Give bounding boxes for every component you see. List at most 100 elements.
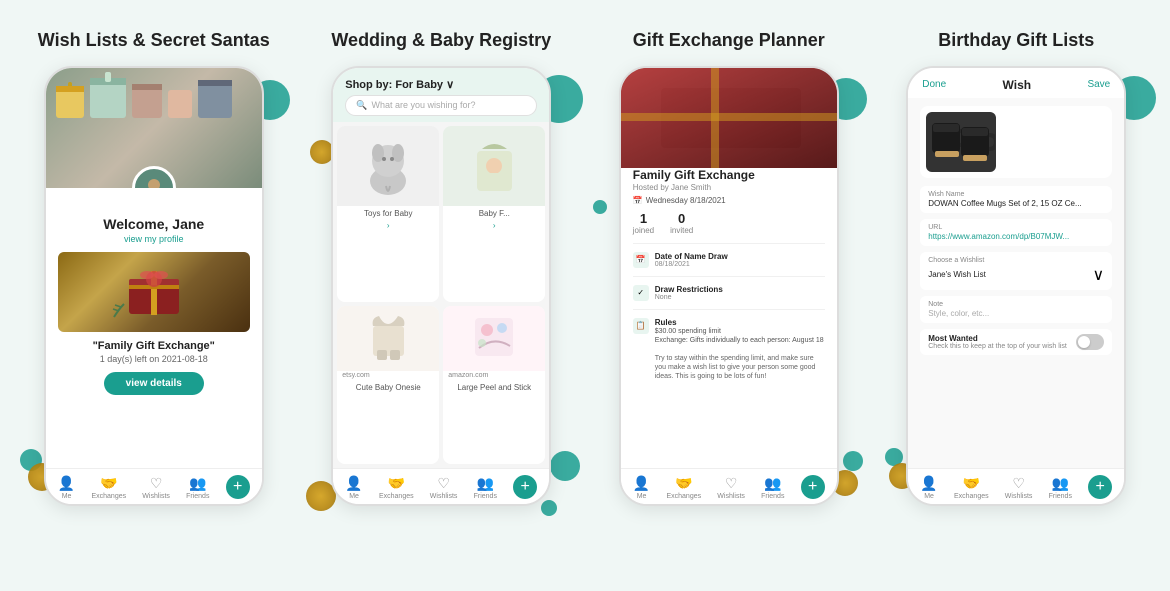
section-wedding-registry: Wedding & Baby Registry Shop by: For Bab… <box>298 20 586 571</box>
wishlist-select-field[interactable]: Choose a Wishlist Jane's Wish List ∨ <box>920 252 1112 290</box>
friends4-icon: 👥 <box>1052 475 1069 492</box>
done-button[interactable]: Done <box>922 79 946 90</box>
phone3-nav: 👤 Me 🤝 Exchanges ♡ Wishlists 👥 Friends <box>621 468 837 504</box>
wishlist-value: Jane's Wish List <box>928 270 986 279</box>
heart4-icon: ♡ <box>1012 475 1025 492</box>
nav4-wishlists[interactable]: ♡ Wishlists <box>1005 475 1033 500</box>
gold-dot-2 <box>310 140 334 164</box>
product-grid: Toys for Baby › Bab <box>333 122 549 468</box>
phone1-nav: 👤 Me 🤝 Exchanges ♡ Wishlists 👥 Friends <box>46 468 262 504</box>
phone2-inner: Shop by: For Baby ∨ 🔍 What are you wishi… <box>333 68 549 504</box>
nav4-exchanges[interactable]: 🤝 Exchanges <box>954 475 989 500</box>
exchange-name: Family Gift Exchange <box>633 168 825 182</box>
nav-me[interactable]: 👤 Me <box>58 475 75 500</box>
wishlist-select[interactable]: Jane's Wish List ∨ <box>928 265 1104 285</box>
search-bar[interactable]: 🔍 What are you wishing for? <box>345 95 537 116</box>
product-card-3[interactable]: amazon.com Large Peel and Stick <box>443 306 545 464</box>
nav-me-label: Me <box>62 493 72 500</box>
main-container: Wish Lists & Secret Santas <box>0 0 1170 591</box>
heart3-icon: ♡ <box>725 475 738 492</box>
add-button-4[interactable]: + <box>1088 475 1112 499</box>
nav-exchanges-label: Exchanges <box>91 493 126 500</box>
product-preview-image <box>926 112 996 172</box>
product-card-0[interactable]: Toys for Baby › <box>337 126 439 302</box>
person3-icon: 👤 <box>633 475 650 492</box>
welcome-text: Welcome, Jane <box>103 216 204 232</box>
date-draw-label: Date of Name Draw <box>655 252 728 261</box>
profile-link[interactable]: view my profile <box>124 234 184 244</box>
nav3-wishlists[interactable]: ♡ Wishlists <box>717 475 745 500</box>
most-wanted-toggle[interactable]: Most Wanted Check this to keep at the to… <box>920 329 1112 355</box>
stat-invited: 0 invited <box>670 211 693 235</box>
exchange-host: Hosted by Jane Smith <box>633 183 825 192</box>
url-field[interactable]: URL https://www.amazon.com/dp/B07MJW... <box>920 219 1112 246</box>
nav3-friends[interactable]: 👥 Friends <box>761 475 784 500</box>
most-wanted-sublabel: Check this to keep at the top of your wi… <box>928 343 1067 350</box>
save-button[interactable]: Save <box>1087 79 1110 90</box>
restrictions-label: Draw Restrictions <box>655 285 723 294</box>
product-label-1: Baby F... <box>443 206 545 221</box>
product-label-0: Toys for Baby <box>337 206 439 221</box>
rules-label: Rules <box>655 318 825 327</box>
product-card-1[interactable]: Baby F... › <box>443 126 545 302</box>
heart-icon: ♡ <box>150 475 163 492</box>
note-value: Style, color, etc... <box>928 309 1104 318</box>
shop-by-label[interactable]: Shop by: For Baby ∨ <box>345 78 537 91</box>
product-img-3 <box>443 306 545 371</box>
nav2-exchanges[interactable]: 🤝 Exchanges <box>379 475 414 500</box>
toggle-switch[interactable] <box>1076 334 1104 350</box>
exchange-stats: 1 joined 0 invited <box>633 211 825 235</box>
gift-image <box>58 252 250 332</box>
gift-exchange-subtitle: 1 day(s) left on 2021-08-18 <box>100 354 208 364</box>
person2-icon: 👤 <box>345 475 362 492</box>
add-button[interactable]: + <box>226 475 250 499</box>
product-img-2 <box>337 306 439 371</box>
rules-section: 📋 Rules $30.00 spending limitExchange: G… <box>633 309 825 390</box>
date-draw-row: 📅 Date of Name Draw 08/18/2021 <box>633 249 825 271</box>
friends-icon: 👥 <box>189 475 206 492</box>
add-button-3[interactable]: + <box>801 475 825 499</box>
draw-restrictions-section: ✓ Draw Restrictions None <box>633 276 825 309</box>
product-source-3: amazon.com <box>443 371 545 380</box>
form-area: Wish Name DOWAN Coffee Mugs Set of 2, 15… <box>920 186 1112 355</box>
nav-exchanges[interactable]: 🤝 Exchanges <box>91 475 126 500</box>
product-card-2[interactable]: etsy.com Cute Baby Onesie <box>337 306 439 464</box>
rules-row: 📋 Rules $30.00 spending limitExchange: G… <box>633 315 825 385</box>
nav3-me[interactable]: 👤 Me <box>633 475 650 500</box>
nav-friends[interactable]: 👥 Friends <box>186 475 209 500</box>
nav-friends-label: Friends <box>186 493 209 500</box>
product-label-3: Large Peel and Stick <box>443 380 545 395</box>
view-details-button[interactable]: view details <box>104 372 204 395</box>
exchange3-icon: 🤝 <box>675 475 692 492</box>
phone4-header: Done Wish Save <box>908 68 1124 98</box>
product-img-1 <box>443 126 545 206</box>
exchange-icon: 🤝 <box>100 475 117 492</box>
wishlist-label: Choose a Wishlist <box>928 257 1104 264</box>
note-field[interactable]: Note Style, color, etc... <box>920 296 1112 323</box>
phone-wish-lists: Welcome, Jane view my profile <box>44 66 264 506</box>
nav3-exchanges[interactable]: 🤝 Exchanges <box>666 475 701 500</box>
avatar <box>132 166 176 188</box>
restrictions-icon: ✓ <box>633 285 649 301</box>
teal-dot-4 <box>550 451 580 481</box>
invited-label: invited <box>670 226 693 235</box>
nav2-me[interactable]: 👤 Me <box>345 475 362 500</box>
restrictions-value: None <box>655 294 723 301</box>
teal-dot-5 <box>541 500 557 516</box>
date-draw-icon: 📅 <box>633 252 649 268</box>
date-draw-value: 08/18/2021 <box>655 261 728 268</box>
section-title-wish-lists: Wish Lists & Secret Santas <box>38 30 270 52</box>
nav4-friends[interactable]: 👥 Friends <box>1049 475 1072 500</box>
joined-count: 1 <box>640 211 647 226</box>
product-preview <box>920 106 1112 178</box>
exchange-date: 📅 Wednesday 8/18/2021 <box>633 196 825 205</box>
search-icon: 🔍 <box>356 100 367 111</box>
nav2-friends[interactable]: 👥 Friends <box>474 475 497 500</box>
rules-icon: 📋 <box>633 318 649 334</box>
phone1-inner: Welcome, Jane view my profile <box>46 68 262 504</box>
nav4-me[interactable]: 👤 Me <box>920 475 937 500</box>
add-button-2[interactable]: + <box>513 475 537 499</box>
nav2-wishlists[interactable]: ♡ Wishlists <box>430 475 458 500</box>
wish-name-field[interactable]: Wish Name DOWAN Coffee Mugs Set of 2, 15… <box>920 186 1112 213</box>
nav-wishlists[interactable]: ♡ Wishlists <box>142 475 170 500</box>
